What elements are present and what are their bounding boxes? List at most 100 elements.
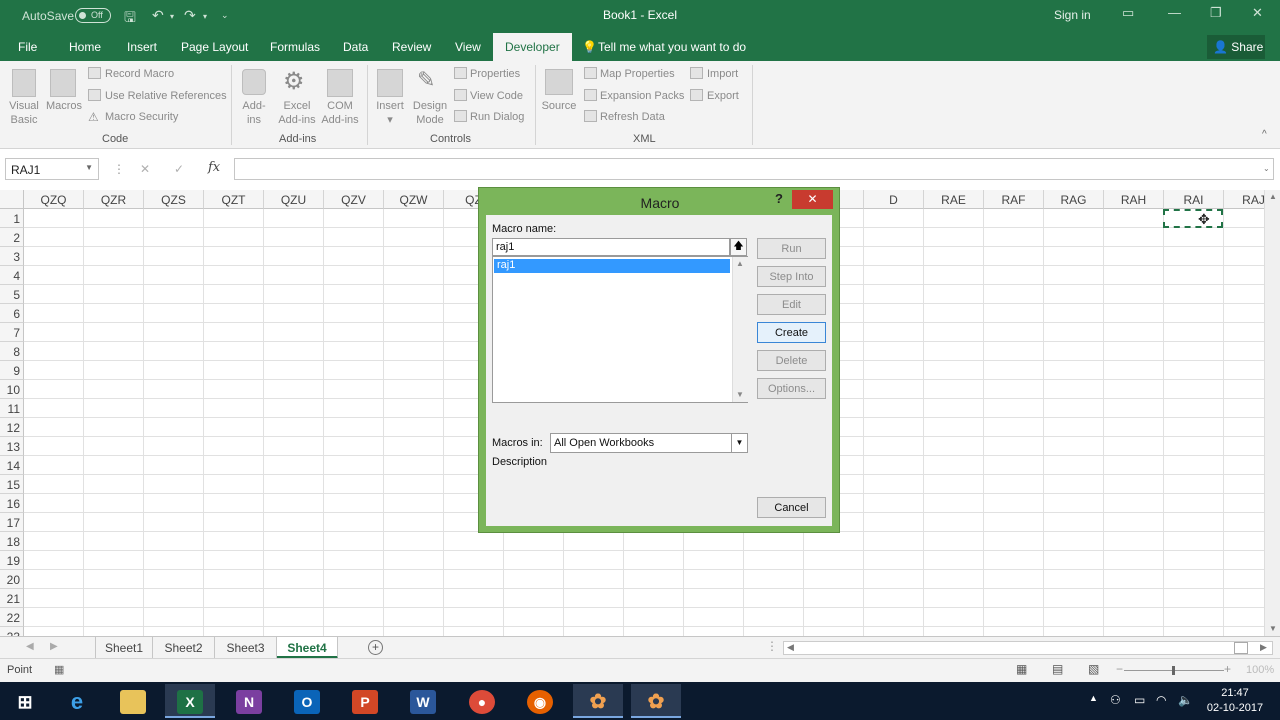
macro-list[interactable]: raj1 ▲ ▼: [492, 256, 748, 403]
ribbon-display-icon[interactable]: ▭: [1122, 5, 1134, 21]
horizontal-scrollbar[interactable]: ◀ ▶: [783, 641, 1273, 655]
column-header[interactable]: QZU: [264, 190, 324, 209]
select-all-corner[interactable]: [0, 190, 24, 209]
zoom-out-icon[interactable]: −: [1116, 662, 1123, 676]
split-handle-icon[interactable]: ⋮: [766, 639, 778, 653]
insert-controls-button[interactable]: Insert ▾: [372, 99, 408, 127]
column-header[interactable]: RAH: [1104, 190, 1164, 209]
page-break-view-icon[interactable]: ▧: [1088, 662, 1099, 676]
insert-function-icon[interactable]: fx: [208, 160, 220, 175]
scroll-down-icon[interactable]: ▼: [736, 390, 744, 399]
scroll-sheets-left-icon[interactable]: ◀: [26, 641, 34, 652]
com-add-ins-button[interactable]: COM Add-ins: [318, 99, 362, 127]
use-relative-references-button[interactable]: Use Relative References: [105, 90, 227, 102]
sign-in-link[interactable]: Sign in: [1054, 8, 1091, 22]
tab-home[interactable]: Home: [69, 40, 101, 54]
scroll-right-icon[interactable]: ▶: [1260, 642, 1267, 653]
minimize-icon[interactable]: —: [1168, 5, 1181, 20]
vertical-scrollbar[interactable]: ▲ ▼: [1264, 190, 1280, 636]
row-header[interactable]: 19: [0, 551, 24, 570]
window-close-icon[interactable]: ✕: [1252, 5, 1263, 21]
tab-view[interactable]: View: [455, 40, 481, 54]
macros-button[interactable]: Macros: [44, 99, 84, 113]
column-header[interactable]: D: [864, 190, 924, 209]
row-header[interactable]: 11: [0, 399, 24, 418]
internet-explorer-icon[interactable]: e: [52, 684, 102, 718]
row-header[interactable]: 13: [0, 437, 24, 456]
macro-recording-icon[interactable]: ▦: [54, 663, 64, 676]
scroll-sheets-right-icon[interactable]: ▶: [50, 641, 58, 652]
add-ins-button[interactable]: Add- ins: [236, 99, 272, 127]
column-header[interactable]: RAI: [1164, 190, 1224, 209]
app-flower-icon[interactable]: ✿: [631, 684, 681, 718]
step-into-button[interactable]: Step Into: [757, 266, 826, 287]
sheet-tab-sheet3[interactable]: Sheet3: [215, 637, 277, 659]
chrome-icon[interactable]: ●: [457, 684, 507, 718]
row-header[interactable]: 1: [0, 209, 24, 228]
sheet-tab-sheet1[interactable]: Sheet1: [95, 637, 153, 659]
column-header[interactable]: QZW: [384, 190, 444, 209]
formula-input[interactable]: [234, 158, 1274, 180]
macro-security-button[interactable]: Macro Security: [105, 111, 178, 123]
list-scrollbar[interactable]: ▲ ▼: [732, 257, 748, 402]
view-code-button[interactable]: View Code: [470, 90, 523, 102]
column-header[interactable]: QZS: [144, 190, 204, 209]
macros-in-select[interactable]: All Open Workbooks ▼: [550, 433, 748, 453]
collapse-ribbon-icon[interactable]: ^: [1262, 129, 1267, 140]
enter-icon[interactable]: ✓: [174, 162, 184, 176]
row-header[interactable]: 23: [0, 627, 24, 636]
scroll-down-icon[interactable]: ▼: [1269, 624, 1277, 633]
scroll-thumb[interactable]: [1234, 642, 1248, 654]
show-hidden-icons[interactable]: ▲: [1089, 693, 1098, 703]
row-header[interactable]: 10: [0, 380, 24, 399]
sheet-tab-sheet4[interactable]: Sheet4: [277, 637, 338, 659]
excel-add-ins-button[interactable]: Excel Add-ins: [274, 99, 320, 127]
column-header[interactable]: QZQ: [24, 190, 84, 209]
outlook-icon[interactable]: O: [282, 684, 332, 718]
row-header[interactable]: 14: [0, 456, 24, 475]
maximize-icon[interactable]: ❐: [1210, 5, 1222, 21]
row-header[interactable]: 7: [0, 323, 24, 342]
cancel-button[interactable]: Cancel: [757, 497, 826, 518]
source-button[interactable]: Source: [538, 99, 580, 113]
column-header[interactable]: RAJ: [1224, 190, 1264, 209]
help-icon[interactable]: ?: [775, 191, 783, 206]
column-header[interactable]: QZV: [324, 190, 384, 209]
system-clock[interactable]: 21:47 02-10-2017: [1200, 686, 1270, 716]
sheet-tab-sheet2[interactable]: Sheet2: [153, 637, 215, 659]
name-box[interactable]: RAJ1 ▼: [5, 158, 99, 180]
column-header[interactable]: RAG: [1044, 190, 1104, 209]
row-header[interactable]: 21: [0, 589, 24, 608]
edit-button[interactable]: Edit: [757, 294, 826, 315]
create-button[interactable]: Create: [757, 322, 826, 343]
wifi-icon[interactable]: ◠: [1156, 693, 1166, 707]
run-dialog-button[interactable]: Run Dialog: [470, 111, 524, 123]
properties-button[interactable]: Properties: [470, 68, 520, 80]
record-macro-button[interactable]: Record Macro: [105, 68, 174, 80]
normal-view-icon[interactable]: ▦: [1016, 662, 1027, 676]
zoom-in-icon[interactable]: +: [1224, 662, 1231, 676]
windows-start-icon[interactable]: ⊞: [0, 684, 50, 718]
app-flower-icon[interactable]: ✿: [573, 684, 623, 718]
network-icon[interactable]: ⚇: [1110, 693, 1121, 707]
row-header[interactable]: 12: [0, 418, 24, 437]
row-header[interactable]: 6: [0, 304, 24, 323]
tab-file[interactable]: File: [18, 40, 37, 54]
options-button[interactable]: Options...: [757, 378, 826, 399]
action-center-icon[interactable]: ▭: [1134, 693, 1145, 707]
column-header[interactable]: QZT: [204, 190, 264, 209]
column-header[interactable]: QZR: [84, 190, 144, 209]
reference-up-icon[interactable]: 🡅: [730, 238, 747, 256]
column-header[interactable]: RAF: [984, 190, 1044, 209]
row-header[interactable]: 20: [0, 570, 24, 589]
firefox-icon[interactable]: ◉: [515, 684, 565, 718]
run-button[interactable]: Run: [757, 238, 826, 259]
powerpoint-icon[interactable]: P: [340, 684, 390, 718]
tab-formulas[interactable]: Formulas: [270, 40, 320, 54]
row-header[interactable]: 2: [0, 228, 24, 247]
dialog-close-button[interactable]: ✕: [792, 190, 833, 209]
row-header[interactable]: 16: [0, 494, 24, 513]
row-header[interactable]: 22: [0, 608, 24, 627]
export-button[interactable]: Export: [707, 90, 739, 102]
volume-icon[interactable]: 🔈: [1178, 693, 1193, 707]
